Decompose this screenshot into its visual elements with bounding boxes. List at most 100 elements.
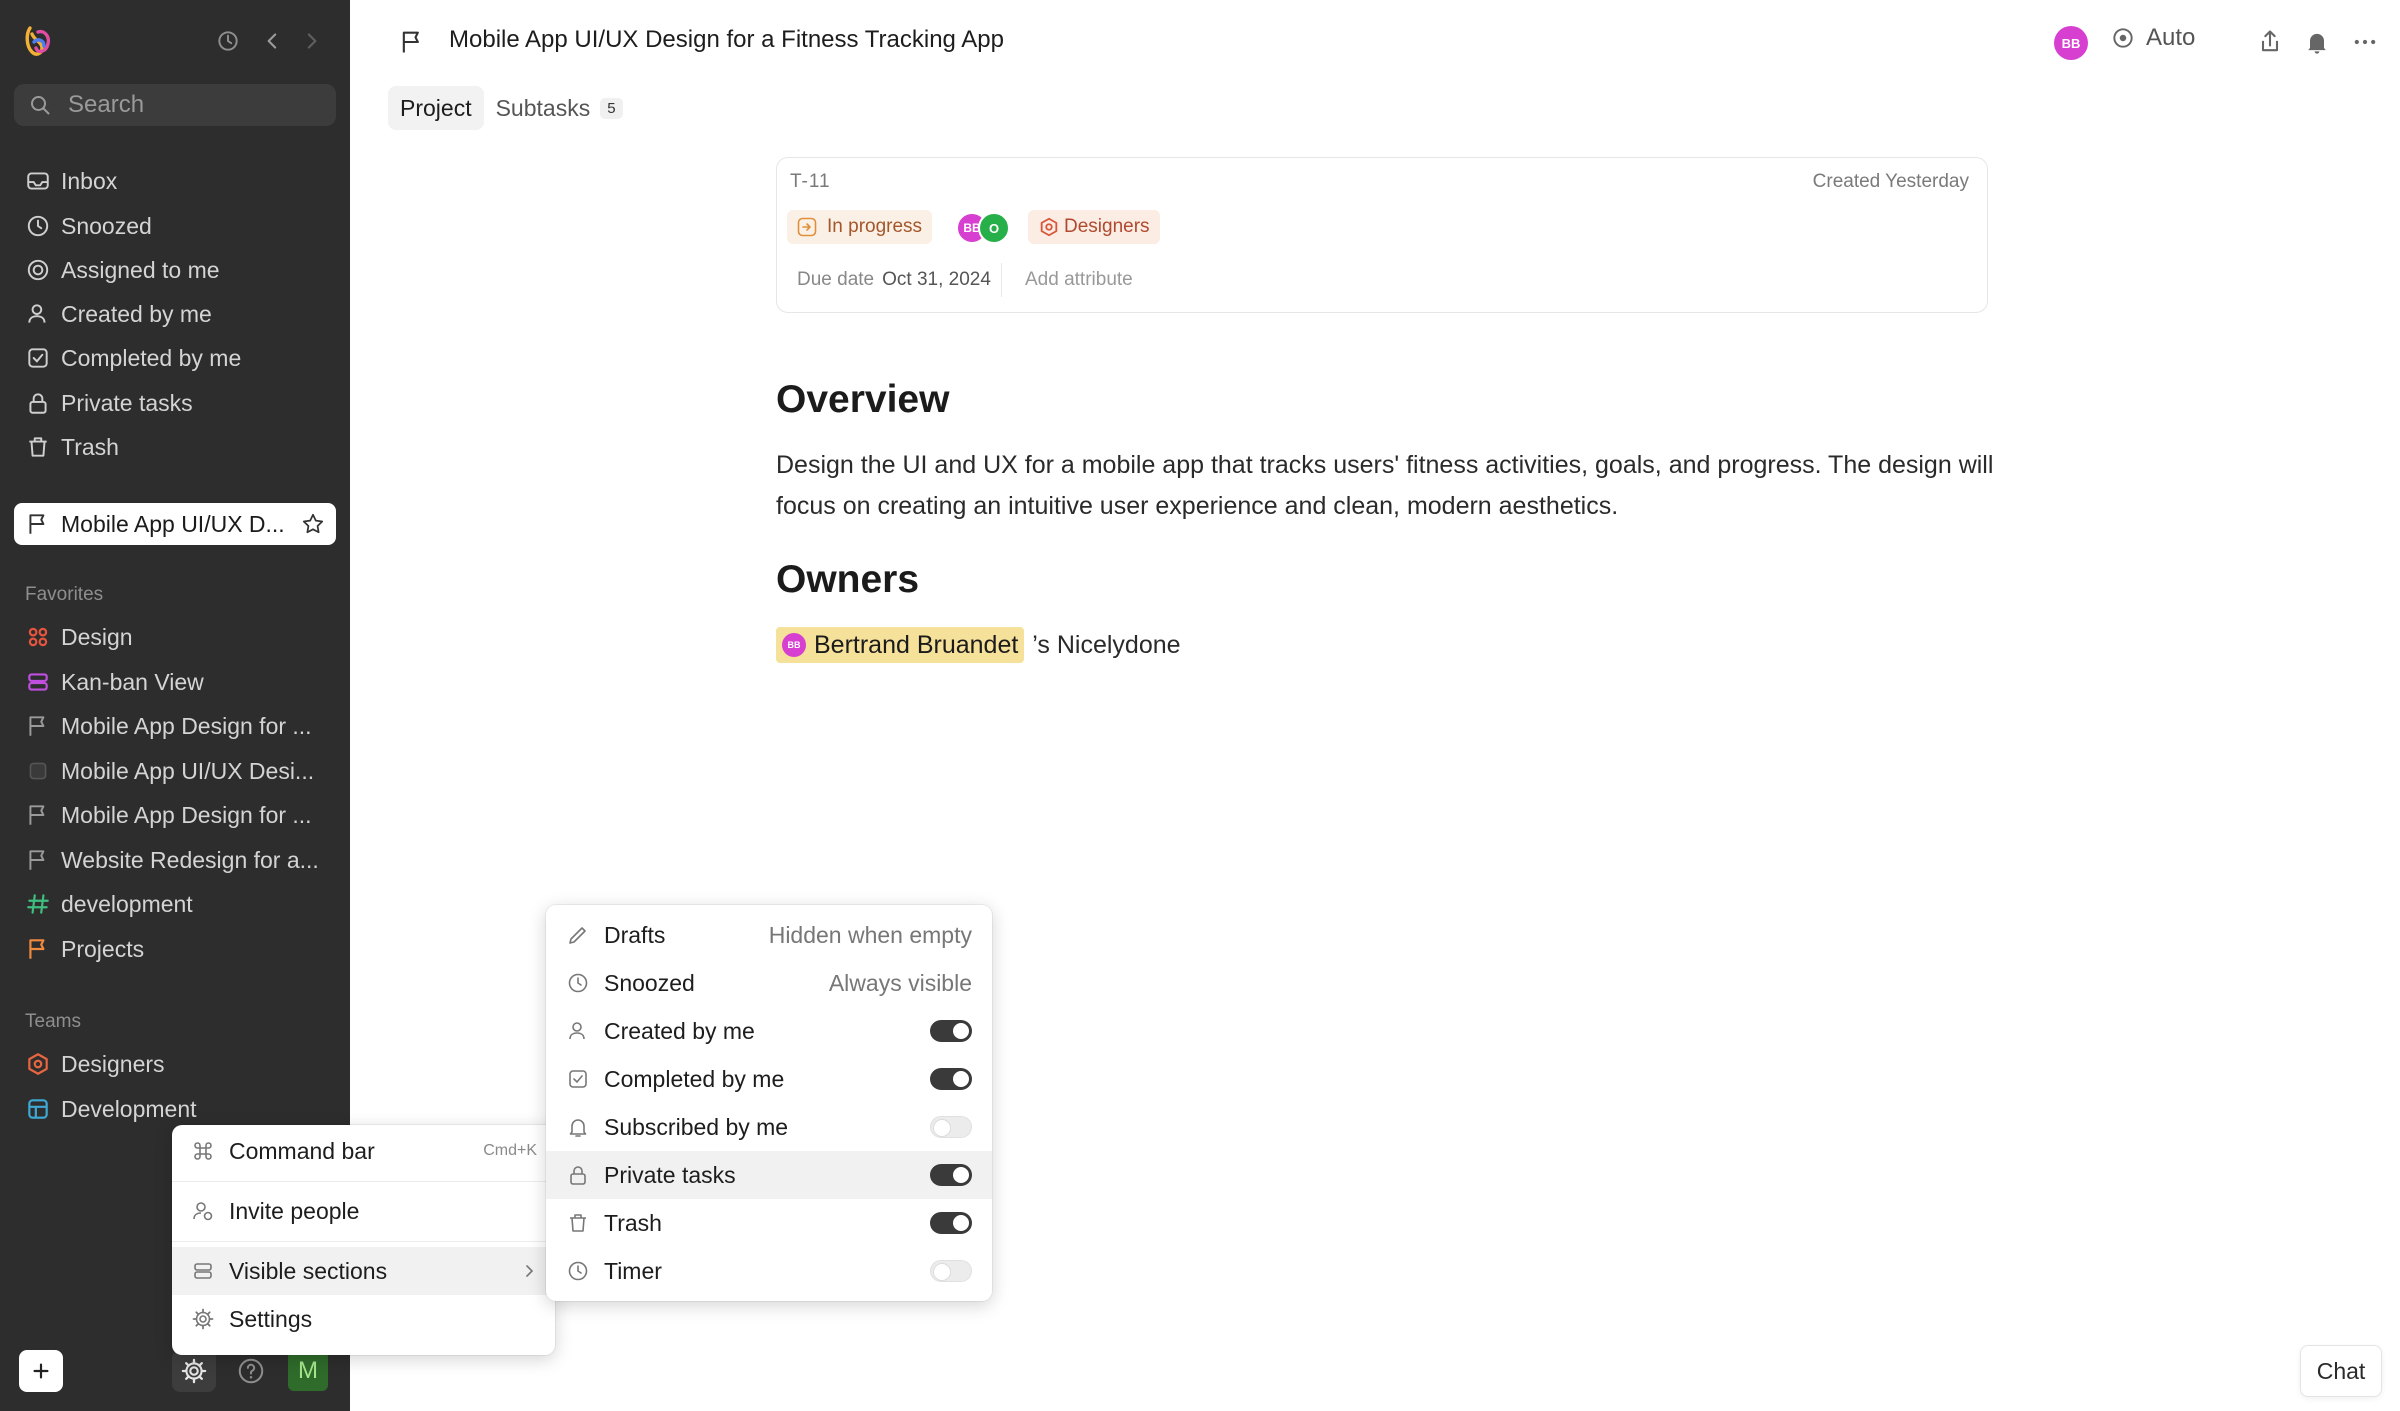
help-icon[interactable] xyxy=(236,1356,266,1386)
section-row-drafts[interactable]: Drafts Hidden when empty xyxy=(546,911,992,959)
subtask-count-badge: 5 xyxy=(600,97,623,119)
chat-button[interactable]: Chat xyxy=(2300,1345,2382,1397)
trash-icon xyxy=(25,434,51,460)
section-row-snoozed[interactable]: Snoozed Always visible xyxy=(546,959,992,1007)
sidebar-item-completed[interactable]: Completed by me xyxy=(14,338,336,378)
flag-icon xyxy=(25,936,51,962)
sidebar-item-favorite-6[interactable]: Website Redesign for a... xyxy=(14,840,336,880)
bell-icon[interactable] xyxy=(2303,28,2331,56)
section-row-trash[interactable]: Trash xyxy=(546,1199,992,1247)
search-input[interactable]: Search xyxy=(14,84,336,126)
section-row-completed-by-me[interactable]: Completed by me xyxy=(546,1055,992,1103)
created-timestamp: Created Yesterday xyxy=(1812,171,1969,192)
check-square-icon xyxy=(566,1067,590,1091)
sidebar-item-label: Inbox xyxy=(61,167,118,194)
flag-icon xyxy=(25,511,51,537)
user-icon xyxy=(566,1019,590,1043)
settings-gear-button[interactable] xyxy=(172,1350,216,1392)
flag-icon xyxy=(25,713,51,739)
section-toggle[interactable] xyxy=(930,1260,972,1282)
sidebar-item-label: Mobile App Design for ... xyxy=(61,712,312,739)
sidebar-item-label: Private tasks xyxy=(61,389,193,416)
sidebar-item-favorite-3[interactable]: Mobile App Design for ... xyxy=(14,706,336,746)
stack-icon xyxy=(25,669,51,695)
sidebar-item-trash[interactable]: Trash xyxy=(14,427,336,467)
section-toggle[interactable] xyxy=(930,1116,972,1138)
due-date-attribute[interactable]: Due date Oct 31, 2024 xyxy=(787,263,1002,297)
status-badge[interactable]: In progress xyxy=(787,210,933,244)
sidebar-item-team-designers[interactable]: Designers xyxy=(14,1044,336,1084)
page-header: Mobile App UI/UX Design for a Fitness Tr… xyxy=(350,0,2400,86)
clock-icon xyxy=(566,1259,590,1283)
user-avatar[interactable]: M xyxy=(288,1351,328,1391)
section-toggle[interactable] xyxy=(930,1020,972,1042)
section-visibility-value[interactable]: Hidden when empty xyxy=(769,922,972,949)
sidebar-item-development-channel[interactable]: development xyxy=(14,884,336,924)
sidebar-item-created[interactable]: Created by me xyxy=(14,294,336,334)
new-item-button[interactable] xyxy=(19,1350,63,1392)
page-title[interactable]: Mobile App UI/UX Design for a Fitness Tr… xyxy=(449,26,1004,54)
section-row-private-tasks[interactable]: Private tasks xyxy=(546,1151,992,1199)
user-mention[interactable]: BB Bertrand Bruandet xyxy=(776,627,1025,663)
tab-subtasks[interactable]: Subtasks 5 xyxy=(484,86,635,130)
share-icon[interactable] xyxy=(2256,28,2284,56)
tab-project[interactable]: Project xyxy=(388,86,484,130)
section-toggle[interactable] xyxy=(930,1212,972,1234)
team-designers-icon xyxy=(25,1051,51,1077)
app-logo-icon[interactable] xyxy=(24,24,54,58)
clock-icon xyxy=(566,971,590,995)
favorites-heading: Favorites xyxy=(25,584,104,605)
assignee-avatars[interactable]: BB O xyxy=(956,212,1016,244)
lock-icon xyxy=(566,1163,590,1187)
sidebar-item-assigned[interactable]: Assigned to me xyxy=(14,250,336,290)
avatar[interactable]: BB xyxy=(2054,26,2088,60)
more-options-icon[interactable] xyxy=(2351,28,2379,56)
menu-item-visible-sections[interactable]: Visible sections xyxy=(172,1247,555,1295)
menu-item-command-bar[interactable]: Command bar Cmd+K xyxy=(172,1127,555,1175)
square-icon xyxy=(25,758,51,784)
history-icon[interactable] xyxy=(215,28,241,54)
back-arrow-icon[interactable] xyxy=(260,28,286,54)
section-row-timer[interactable]: Timer xyxy=(546,1247,992,1295)
menu-item-invite-people[interactable]: Invite people xyxy=(172,1187,555,1235)
sidebar-item-kanban[interactable]: Kan-ban View xyxy=(14,662,336,702)
gear-icon xyxy=(181,1358,207,1384)
team-badge[interactable]: Designers xyxy=(1028,210,1160,244)
invite-user-icon xyxy=(191,1199,215,1223)
star-icon[interactable] xyxy=(300,511,326,537)
bell-icon xyxy=(566,1115,590,1139)
sidebar-item-label: Website Redesign for a... xyxy=(61,846,319,873)
inbox-icon xyxy=(25,168,51,194)
sidebar-item-label: Projects xyxy=(61,935,145,962)
section-toggle[interactable] xyxy=(930,1164,972,1186)
sidebar-item-inbox[interactable]: Inbox xyxy=(14,161,336,201)
sidebar-item-snoozed[interactable]: Snoozed xyxy=(14,206,336,246)
sidebar-item-favorite-5[interactable]: Mobile App Design for ... xyxy=(14,795,336,835)
sidebar-item-design[interactable]: Design xyxy=(14,617,336,657)
flag-icon xyxy=(398,28,426,56)
menu-divider xyxy=(172,1181,555,1182)
section-toggle[interactable] xyxy=(930,1068,972,1090)
sidebar-item-favorite-4[interactable]: Mobile App UI/UX Desi... xyxy=(14,751,336,791)
section-row-subscribed-by-me[interactable]: Subscribed by me xyxy=(546,1103,992,1151)
auto-mode-button[interactable]: Auto xyxy=(2110,24,2195,52)
forward-arrow-icon[interactable] xyxy=(298,28,324,54)
overview-paragraph[interactable]: Design the UI and UX for a mobile app th… xyxy=(776,445,1996,527)
add-attribute-button[interactable]: Add attribute xyxy=(1025,269,1133,291)
sidebar-item-private[interactable]: Private tasks xyxy=(14,383,336,423)
section-visibility-value[interactable]: Always visible xyxy=(829,970,972,997)
menu-item-settings[interactable]: Settings xyxy=(172,1295,555,1343)
sidebar-item-team-development[interactable]: Development xyxy=(14,1089,336,1129)
plus-icon xyxy=(33,1363,49,1379)
target-icon xyxy=(25,257,51,283)
menu-item-label: Visible sections xyxy=(229,1257,388,1284)
sidebar-active-page[interactable]: Mobile App UI/UX D... xyxy=(14,503,336,545)
auto-mode-label: Auto xyxy=(2146,24,2196,51)
sidebar-item-label: development xyxy=(61,890,193,917)
menu-item-label: Settings xyxy=(229,1305,313,1332)
sidebar-item-projects[interactable]: Projects xyxy=(14,929,336,969)
avatar: BB xyxy=(782,633,806,657)
team-development-icon xyxy=(25,1096,51,1122)
owner-suffix-text: ’s Nicelydone xyxy=(1032,630,1181,659)
section-row-created-by-me[interactable]: Created by me xyxy=(546,1007,992,1055)
